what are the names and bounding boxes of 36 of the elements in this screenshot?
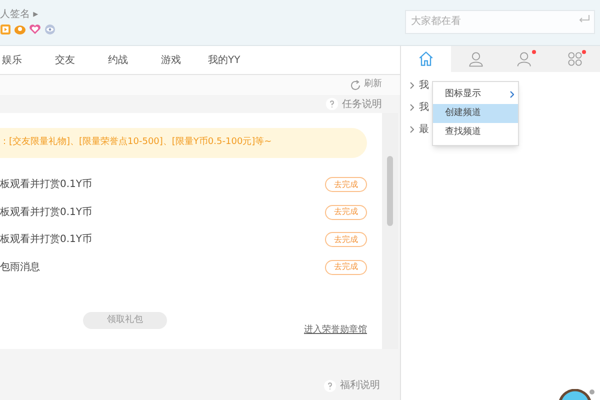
chevron-icon[interactable] bbox=[410, 104, 414, 110]
nav-tab[interactable]: 交友 bbox=[53, 52, 106, 68]
chevron-icon[interactable] bbox=[410, 82, 414, 88]
task-text: 板观看并打赏0.1Y币 bbox=[0, 206, 92, 220]
nav-tab[interactable]: 我的YY bbox=[206, 52, 266, 68]
scrollbar-thumb[interactable] bbox=[387, 156, 393, 226]
help-icon[interactable] bbox=[324, 380, 336, 392]
task-text: 板观看并打赏0.1Y币 bbox=[0, 178, 92, 192]
coin-icon[interactable] bbox=[14, 24, 26, 35]
eye-icon[interactable] bbox=[44, 24, 56, 35]
menu-item[interactable]: 查找频道 bbox=[433, 123, 518, 142]
menu-item[interactable]: 创建频道 bbox=[433, 104, 518, 123]
nav-tab[interactable]: 游戏 bbox=[159, 52, 206, 68]
channel-group[interactable]: 我 bbox=[419, 78, 429, 92]
home-icon bbox=[416, 50, 435, 68]
channel-group[interactable]: 最 bbox=[419, 122, 429, 136]
refresh-icon[interactable] bbox=[350, 80, 361, 90]
heart-icon[interactable] bbox=[29, 24, 41, 35]
task-text: 板观看并打赏0.1Y币 bbox=[0, 232, 92, 248]
refresh-link[interactable]: 刷新 bbox=[364, 78, 382, 92]
reward-banner: ：[交友限量礼物]、[限量荣誉点10-500]、[限量Y币0.5-100元]等~ bbox=[0, 128, 367, 158]
search-field[interactable]: 大家都在看 bbox=[405, 10, 595, 34]
play-icon[interactable] bbox=[0, 24, 11, 35]
nav-tab[interactable]: 娱乐 bbox=[0, 52, 53, 68]
panel-tab[interactable] bbox=[401, 46, 451, 72]
nav-tab[interactable]: 约战 bbox=[106, 52, 159, 68]
enter-icon[interactable] bbox=[578, 15, 590, 23]
channel-group[interactable]: 我 bbox=[419, 100, 429, 114]
task-text: 包雨消息 bbox=[0, 260, 40, 275]
apps-icon bbox=[566, 50, 584, 68]
menu-item[interactable]: 图标显示 bbox=[433, 85, 518, 104]
honor-hall-link[interactable]: 进入荣誉勋章馆 bbox=[304, 324, 367, 338]
scrollbar[interactable] bbox=[382, 113, 398, 349]
chevron-icon[interactable] bbox=[410, 126, 414, 132]
person-icon bbox=[466, 50, 485, 68]
globe-icon[interactable] bbox=[557, 389, 595, 400]
